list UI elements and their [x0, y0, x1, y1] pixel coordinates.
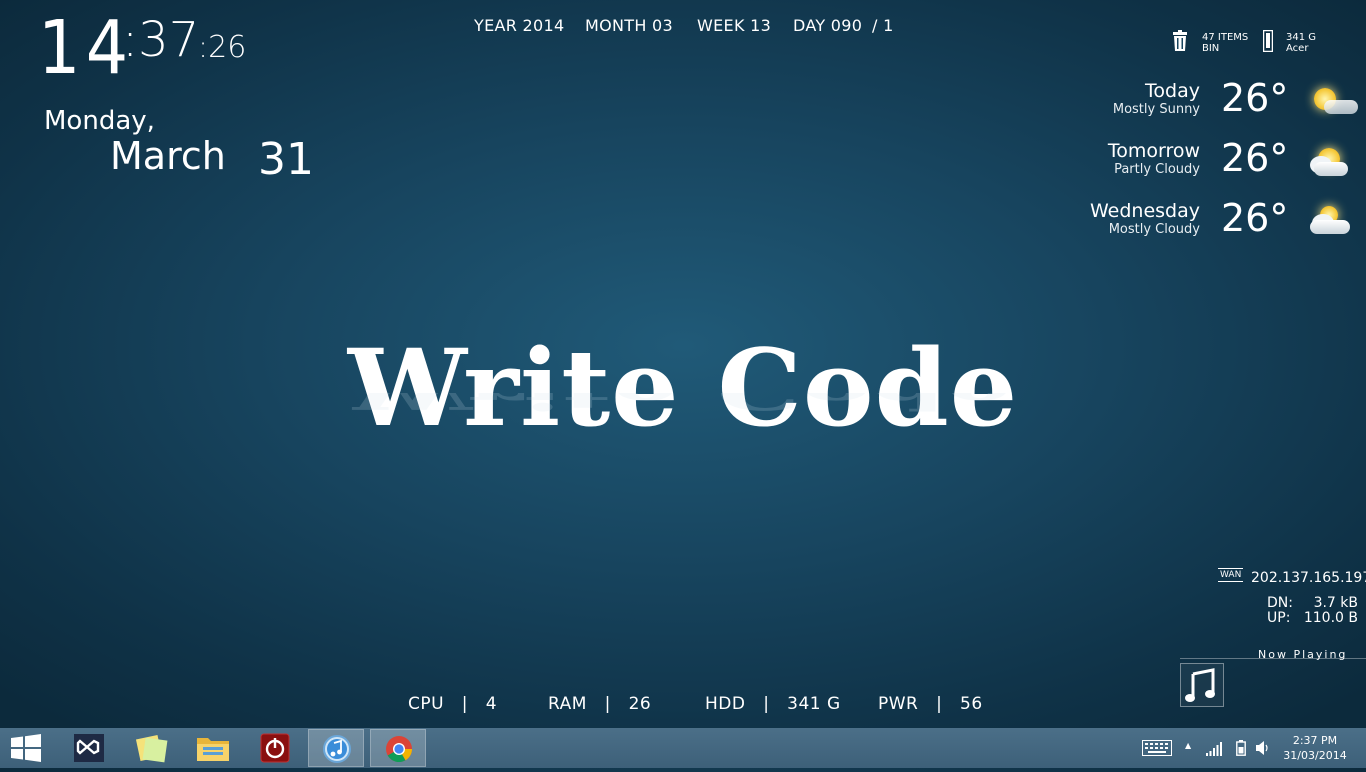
upload-value: 110.0 B [1303, 610, 1358, 626]
weather-wednesday: Wednesday Mostly Cloudy [1000, 200, 1200, 237]
ram-label: RAM [548, 694, 587, 714]
tray-date: 31/03/2014 [1283, 749, 1347, 762]
pwr-stat: PWR | 56 [878, 694, 983, 714]
battery-icon[interactable] [1236, 740, 1246, 756]
ip-address: 202.137.165.197 [1251, 570, 1366, 586]
cpu-stat: CPU | 4 [408, 694, 497, 714]
download-value: 3.7 kB [1313, 595, 1358, 611]
cpu-value: 4 [485, 694, 498, 714]
weather-desc: Partly Cloudy [1114, 162, 1200, 177]
chrome-icon[interactable] [370, 729, 426, 767]
week-label: WEEK 13 [697, 16, 772, 35]
weekday-label: Monday, [44, 106, 155, 136]
mostly-cloudy-icon [1306, 206, 1356, 236]
hdd-stat: HDD | 341 G [705, 694, 841, 714]
pwr-label: PWR [878, 694, 919, 714]
weather-day: Wednesday [1089, 200, 1200, 222]
month-label: March [110, 134, 226, 178]
sticky-notes-icon[interactable] [124, 729, 180, 767]
cpu-label: CPU [408, 694, 445, 714]
day-slash-label: / 1 [872, 16, 894, 35]
clock-hour: 14 [38, 5, 134, 91]
weather-tomorrow: Tomorrow Partly Cloudy [1000, 140, 1200, 177]
year-label: YEAR 2014 [474, 16, 565, 35]
weather-desc: Mostly Sunny [1112, 102, 1200, 117]
pwr-value: 56 [960, 694, 983, 714]
drive-name: Acer [1286, 43, 1309, 54]
weather-day: Tomorrow [1107, 140, 1200, 162]
weather-desc: Mostly Cloudy [1108, 222, 1200, 237]
ram-value: 26 [628, 694, 652, 714]
weather-temp: 26° [1221, 136, 1289, 180]
now-playing-label: Now Playing [1258, 648, 1348, 661]
weather-day: Today [1145, 80, 1200, 102]
volume-icon[interactable] [1256, 740, 1270, 756]
download-label: DN: [1267, 595, 1293, 611]
start-button[interactable] [10, 734, 42, 762]
sunny-icon [1306, 86, 1358, 116]
ram-stat: RAM | 26 [548, 694, 651, 714]
weather-temp: 26° [1221, 196, 1289, 240]
hdd-value: 341 G [787, 694, 841, 714]
file-explorer-icon[interactable] [186, 729, 242, 767]
clock-second: :26 [198, 30, 247, 65]
recycle-bin-icon[interactable] [1172, 30, 1188, 52]
month-number-label: MONTH 03 [585, 16, 674, 35]
day-of-year-label: DAY 090 [793, 16, 863, 35]
separator: | [461, 694, 469, 714]
bin-info: 47 ITEMS BIN [1202, 32, 1248, 54]
day-number: 31 [258, 134, 314, 185]
bin-label: BIN [1202, 43, 1220, 54]
headline-reflection: Write Code [0, 393, 1366, 420]
clock-minute: :37 [122, 12, 200, 68]
drive-size: 341 G [1286, 32, 1317, 43]
partly-cloudy-icon [1306, 146, 1356, 176]
bin-count: 47 ITEMS [1202, 32, 1249, 43]
tray-expand-icon[interactable]: ▲ [1185, 741, 1191, 750]
separator: | [763, 694, 770, 714]
weather-temp: 26° [1221, 76, 1289, 120]
weather-today: Today Mostly Sunny [1000, 80, 1200, 117]
power-icon[interactable] [248, 729, 304, 767]
upload-label: UP: [1267, 610, 1291, 626]
drive-icon[interactable] [1262, 29, 1274, 53]
itunes-icon[interactable] [308, 729, 364, 767]
visual-studio-icon[interactable] [62, 729, 118, 767]
separator: | [604, 694, 611, 714]
hdd-label: HDD [705, 694, 746, 714]
signal-icon[interactable] [1206, 741, 1222, 756]
music-note-icon[interactable] [1180, 663, 1224, 707]
taskbar: ▲ 2:37 PM 31/03/2014 [0, 728, 1366, 768]
headline-text: Write Code [347, 325, 1019, 450]
drive-info: 341 G Acer [1286, 32, 1316, 54]
keyboard-icon[interactable] [1142, 740, 1172, 756]
clock: 14 :37 :26 [38, 5, 246, 91]
separator: | [936, 694, 943, 714]
tray-time: 2:37 PM [1292, 734, 1338, 747]
wan-icon: WAN [1218, 568, 1244, 582]
clock-tray[interactable]: 2:37 PM 31/03/2014 [1280, 734, 1350, 762]
